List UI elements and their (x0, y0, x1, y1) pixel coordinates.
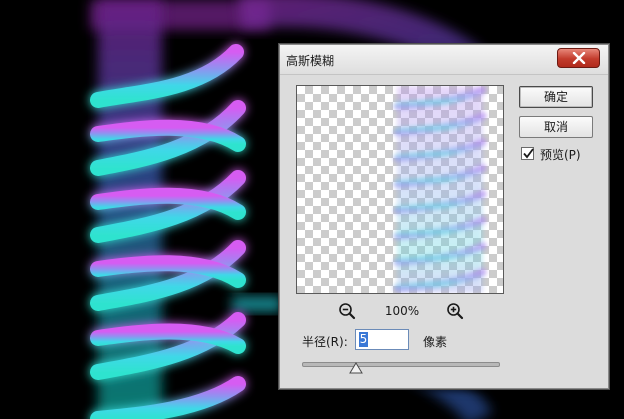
canvas-area: 高斯模糊 100% 半径(R): 5 5 像素 确定 取消 预览(P) (0, 0, 624, 419)
cancel-button[interactable]: 取消 (519, 116, 593, 138)
preview-checkbox[interactable] (521, 147, 534, 160)
radius-label: 半径(R): (302, 335, 348, 349)
checkmark-icon (523, 148, 534, 159)
radius-input[interactable] (355, 329, 409, 350)
dialog-title: 高斯模糊 (286, 54, 335, 68)
zoom-in-icon[interactable] (446, 302, 464, 320)
zoom-level: 100% (384, 304, 420, 318)
close-button[interactable] (557, 48, 600, 68)
dialog-titlebar[interactable]: 高斯模糊 (280, 45, 608, 75)
preview-checkbox-label: 预览(P) (540, 148, 581, 162)
radius-unit-label: 像素 (423, 335, 448, 349)
preview-image (393, 86, 487, 293)
radius-slider-thumb[interactable] (349, 362, 363, 374)
preview-pane[interactable] (296, 85, 504, 294)
close-icon (572, 52, 586, 64)
gaussian-blur-dialog: 高斯模糊 100% 半径(R): 5 5 像素 确定 取消 预览(P) (279, 44, 609, 389)
zoom-controls: 100% (296, 300, 504, 322)
radius-slider-track[interactable] (302, 362, 500, 367)
zoom-out-icon[interactable] (338, 302, 356, 320)
ok-button[interactable]: 确定 (519, 86, 593, 108)
